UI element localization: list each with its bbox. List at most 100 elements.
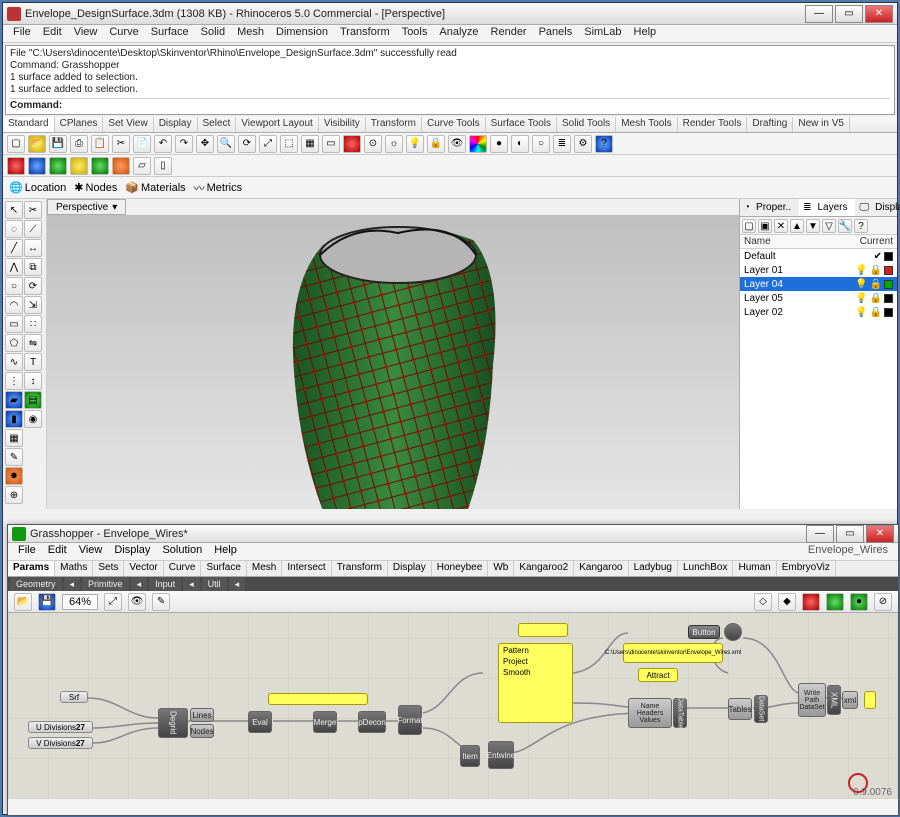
rhino-titlebar[interactable]: Envelope_DesignSurface.3dm (1308 KB) - R…	[3, 3, 897, 25]
gh-disable-icon[interactable]	[802, 593, 820, 611]
gh-comp-entwine[interactable]: Entwine	[488, 741, 514, 769]
layer-row[interactable]: Layer 01 💡🔒	[740, 263, 897, 277]
tab-select[interactable]: Select	[198, 117, 237, 132]
gh-menu-display[interactable]: Display	[108, 543, 156, 560]
gh-enable-icon[interactable]	[826, 593, 844, 611]
gh-recompute-icon[interactable]: ●	[850, 593, 868, 611]
menu-render[interactable]: Render	[485, 25, 533, 42]
gh-menu-file[interactable]: File	[12, 543, 42, 560]
rhino-menubar[interactable]: File Edit View Curve Surface Solid Mesh …	[3, 25, 897, 43]
arc-icon[interactable]: ◠	[5, 296, 23, 314]
cone-orange-icon[interactable]	[112, 157, 130, 175]
color-wheel-icon[interactable]	[469, 135, 487, 153]
hide-icon[interactable]: 👁	[448, 135, 466, 153]
gh-tab[interactable]: EmbryoViz	[777, 561, 836, 576]
new-sublayer-icon[interactable]: ▣	[758, 219, 772, 233]
cone-green-icon[interactable]	[91, 157, 109, 175]
surf-icon[interactable]: ▰	[5, 391, 23, 409]
circle-icon[interactable]: ○	[5, 277, 23, 295]
tool-tabbar[interactable]: Standard CPlanes Set View Display Select…	[3, 117, 897, 133]
tab-standard[interactable]: Standard	[3, 117, 55, 132]
explode-icon[interactable]: ✸	[5, 467, 23, 485]
gh-preview-icon[interactable]: 👁	[128, 593, 146, 611]
gh-slider-u[interactable]: U Divisions 27	[28, 721, 93, 733]
tab-display[interactable]: Display	[154, 117, 198, 132]
gh-tab-params[interactable]: Params	[8, 561, 55, 576]
curve-icon[interactable]: ∿	[5, 353, 23, 371]
layer-row[interactable]: Default ✔	[740, 249, 897, 263]
scale-icon[interactable]: ⇲	[24, 296, 42, 314]
up-icon[interactable]: ▲	[790, 219, 804, 233]
gh-comp-xml-in[interactable]: WritePathDataSet	[798, 683, 826, 717]
box-icon[interactable]: ▯	[154, 157, 172, 175]
nodes-group[interactable]: ✱Nodes	[74, 181, 117, 194]
zoomsel-icon[interactable]: ⬚	[280, 135, 298, 153]
gh-minimize-button[interactable]: —	[806, 525, 834, 543]
box-yellow-icon[interactable]	[70, 157, 88, 175]
trim-icon[interactable]: ✂	[24, 201, 42, 219]
gh-subtab[interactable]: Geometry	[10, 577, 62, 591]
gh-comp-pdecon[interactable]: pDecon	[358, 711, 386, 733]
tab-solidtools[interactable]: Solid Tools	[557, 117, 616, 132]
gh-comp-degrid[interactable]: Degrid	[158, 708, 188, 738]
gh-menubar[interactable]: File Edit View Display Solution Help Env…	[8, 543, 898, 561]
gh-menu-edit[interactable]: Edit	[42, 543, 73, 560]
viewport-tab[interactable]: Perspective▾	[47, 199, 126, 215]
gh-comp-dataset[interactable]: DataSet	[754, 695, 768, 723]
text-icon[interactable]: T	[24, 353, 42, 371]
gh-panel-attr[interactable]: Attract	[638, 668, 678, 682]
join-icon[interactable]: ⊕	[5, 486, 23, 504]
col-name[interactable]: Name	[744, 236, 860, 247]
rotate-icon[interactable]: ⟳	[238, 135, 256, 153]
gh-tab[interactable]: Curve	[164, 561, 202, 576]
sphere2-icon[interactable]: ◐	[511, 135, 529, 153]
down-icon[interactable]: ▼	[806, 219, 820, 233]
gh-category-tabs[interactable]: Params Maths Sets Vector Curve Surface M…	[8, 561, 898, 577]
gh-zoomext-icon[interactable]: ⤢	[104, 593, 122, 611]
new-layer-icon[interactable]: ▢	[742, 219, 756, 233]
gh-tab[interactable]: Maths	[55, 561, 93, 576]
gh-save-icon[interactable]: 💾	[38, 593, 56, 611]
tab-setview[interactable]: Set View	[103, 117, 153, 132]
delete-layer-icon[interactable]: ✕	[774, 219, 788, 233]
cut-icon[interactable]: ✂	[112, 135, 130, 153]
maximize-button[interactable]: ▭	[835, 5, 863, 23]
light-icon[interactable]: 💡	[406, 135, 424, 153]
gh-comp-merge[interactable]: Merge	[313, 711, 337, 733]
tab-meshtools[interactable]: Mesh Tools	[616, 117, 677, 132]
gh-comp-datatable-in[interactable]: NameHeadersValues	[628, 698, 672, 728]
box-green-icon[interactable]	[49, 157, 67, 175]
gh-tab[interactable]: Display	[388, 561, 432, 576]
minimize-button[interactable]: —	[805, 5, 833, 23]
split-icon[interactable]: ⟋	[24, 220, 42, 238]
gh-tab[interactable]: Wb	[488, 561, 514, 576]
gh-tab[interactable]: Sets	[93, 561, 124, 576]
gh-tab[interactable]: Surface	[201, 561, 246, 576]
materials-group[interactable]: 📦Materials	[125, 181, 185, 194]
gh-panel-format[interactable]	[268, 693, 368, 705]
menu-transform[interactable]: Transform	[334, 25, 396, 42]
gh-param-srf[interactable]: Srf	[60, 691, 88, 703]
gh-canvas[interactable]: Srf U Divisions 27 V Divisions 27 Degrid…	[8, 613, 898, 799]
gh-titlebar[interactable]: Grasshopper - Envelope_Wires* — ▭ ✕	[8, 525, 898, 543]
open-icon[interactable]: 📂	[28, 135, 46, 153]
rotate2-icon[interactable]: ⟳	[24, 277, 42, 295]
gh-out-lines[interactable]: Lines	[190, 708, 214, 722]
gh-zoom-value[interactable]: 64%	[62, 594, 98, 610]
gh-tab[interactable]: Mesh	[247, 561, 282, 576]
tab-transform[interactable]: Transform	[366, 117, 422, 132]
new-icon[interactable]: ▢	[7, 135, 25, 153]
menu-solid[interactable]: Solid	[195, 25, 231, 42]
gh-panel-small[interactable]	[518, 623, 568, 637]
gh-tab[interactable]: Honeybee	[432, 561, 489, 576]
menu-mesh[interactable]: Mesh	[231, 25, 270, 42]
gh-menu-view[interactable]: View	[73, 543, 109, 560]
lock-icon[interactable]: 🔒	[427, 135, 445, 153]
sphere3-icon[interactable]: ○	[532, 135, 550, 153]
print-icon[interactable]: ⎙	[70, 135, 88, 153]
tab-surfacetools[interactable]: Surface Tools	[486, 117, 557, 132]
solid-icon[interactable]: ▮	[5, 410, 23, 428]
gh-wireframe-icon[interactable]: ◇	[754, 593, 772, 611]
layer-row[interactable]: Layer 02 💡🔒	[740, 305, 897, 319]
gh-menu-solution[interactable]: Solution	[156, 543, 208, 560]
